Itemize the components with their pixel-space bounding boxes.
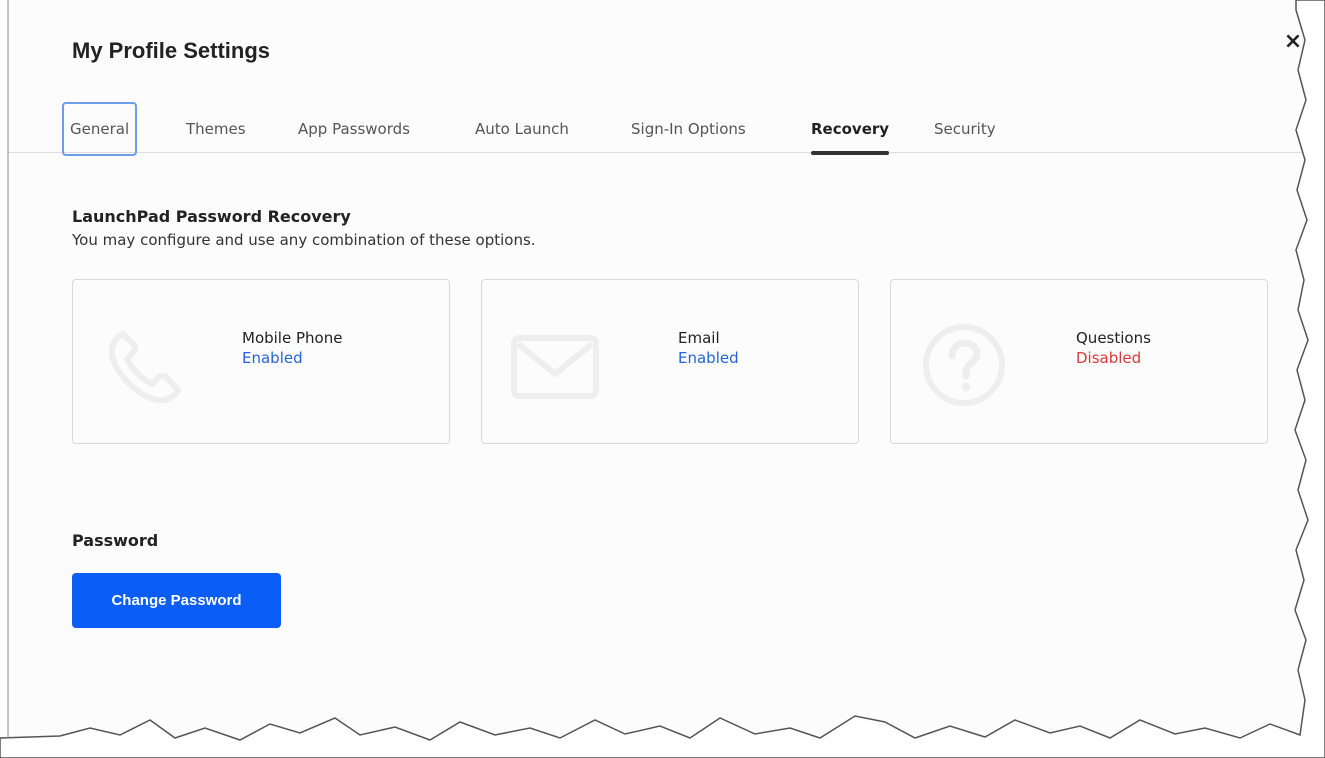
dialog-title: My Profile Settings — [72, 38, 271, 63]
tab-sign-in-options[interactable]: Sign-In Options — [631, 102, 746, 152]
close-icon[interactable]: × — [1282, 30, 1304, 54]
recovery-option-email[interactable]: Email Enabled — [481, 279, 859, 444]
option-label: Mobile Phone — [242, 329, 343, 347]
option-status: Disabled — [1076, 349, 1142, 367]
password-section-title: Password — [72, 531, 159, 550]
option-status: Enabled — [678, 349, 739, 367]
tab-security[interactable]: Security — [934, 102, 996, 152]
option-label: Questions — [1076, 329, 1151, 347]
tab-auto-launch[interactable]: Auto Launch — [475, 102, 569, 152]
change-password-button[interactable]: Change Password — [72, 573, 281, 628]
tab-themes[interactable]: Themes — [186, 102, 246, 152]
recovery-option-mobile-phone[interactable]: Mobile Phone Enabled — [72, 279, 450, 444]
tab-app-passwords[interactable]: App Passwords — [298, 102, 410, 152]
recovery-section-description: You may configure and use any combinatio… — [72, 231, 536, 249]
phone-icon — [108, 331, 181, 404]
tab-general[interactable]: General — [62, 102, 138, 156]
recovery-option-questions[interactable]: Questions Disabled — [890, 279, 1268, 444]
option-label: Email — [678, 329, 720, 347]
tab-bar: General Themes App Passwords Auto Launch… — [8, 102, 1308, 156]
envelope-icon — [511, 335, 599, 399]
tab-recovery[interactable]: Recovery — [811, 102, 890, 155]
question-circle-icon — [923, 324, 1005, 406]
profile-settings-dialog: My Profile Settings × General Themes App… — [8, 0, 1308, 738]
recovery-section-title: LaunchPad Password Recovery — [72, 207, 351, 226]
screenshot-frame: My Profile Settings × General Themes App… — [0, 0, 1325, 758]
option-status: Enabled — [242, 349, 303, 367]
